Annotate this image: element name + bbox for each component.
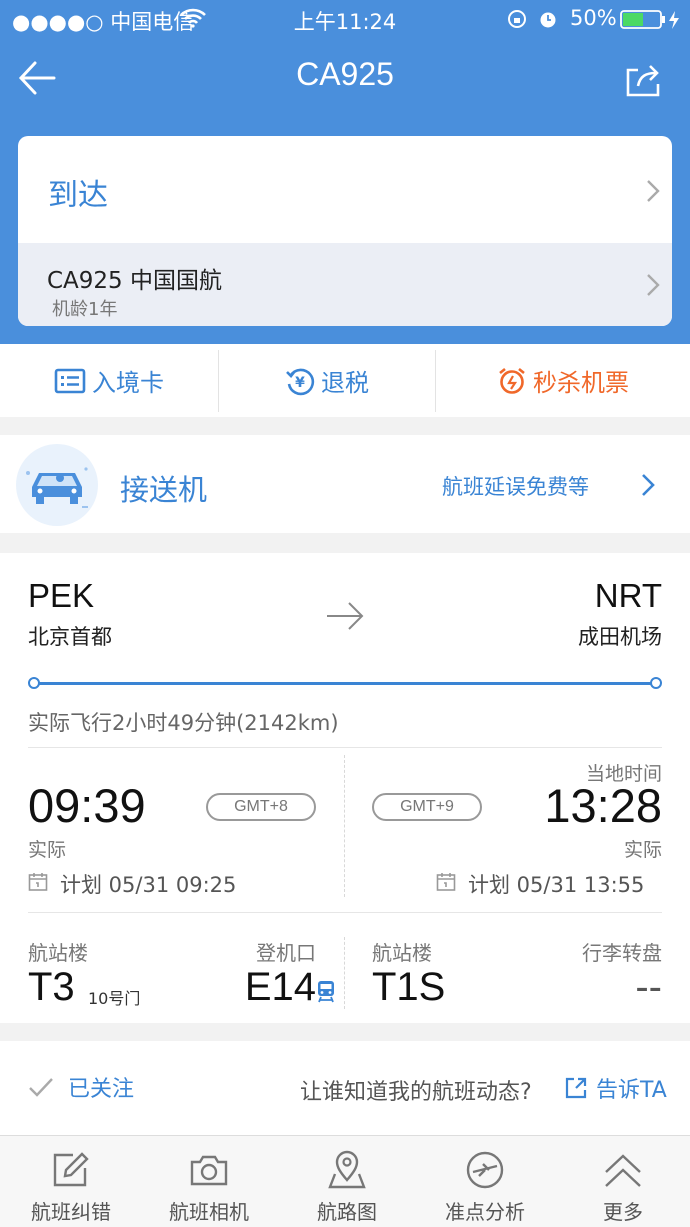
baggage-carousel: -- [635, 965, 662, 1009]
share-button[interactable] [624, 62, 662, 98]
arrival-status-card[interactable]: 到达 CA925 中国国航 机龄1年 [18, 136, 672, 326]
status-bar: ●●●●○ 中国电信 上午11:24 50% [0, 0, 690, 38]
tab-flight-camera[interactable]: 航班相机 [140, 1136, 278, 1227]
chevron-up-icon [603, 1150, 643, 1190]
divider [344, 755, 345, 897]
baggage-label: 行李转盘 [582, 941, 662, 965]
flight-progress-bar [28, 677, 662, 689]
calendar-icon [436, 872, 456, 892]
punctuality-icon [465, 1150, 505, 1190]
arrival-time: 13:28 [544, 779, 662, 832]
tell-label: 告诉TA [596, 1078, 667, 1103]
entry-card-icon [54, 368, 86, 394]
divider [344, 937, 345, 1009]
share-prompt: 让谁知道我的航班动态? [300, 1080, 532, 1105]
departure-city: 北京首都 [28, 625, 112, 649]
tab-more[interactable]: 更多 [554, 1136, 690, 1227]
arrival-status: 实际 [623, 839, 662, 861]
arrival-plan: 计划 05/31 13:55 [468, 873, 645, 897]
gate-label: 登机口 [256, 941, 316, 965]
progress-end-dot [650, 677, 662, 689]
arrival-code: NRT [594, 577, 662, 614]
tax-refund-label: 退税 [321, 369, 369, 397]
external-share-icon [564, 1076, 588, 1100]
page-title: CA925 [296, 56, 394, 92]
action-row: 入境卡 ¥ 退税 秒杀机票 [0, 344, 690, 417]
plane-age: 机龄1年 [52, 299, 118, 320]
map-icon [327, 1150, 367, 1190]
gate: E14 [244, 965, 316, 1009]
flash-sale-label: 秒杀机票 [533, 369, 629, 397]
alarm-clock-icon [497, 366, 527, 396]
follow-status: 已关注 [68, 1077, 135, 1102]
bottom-toolbar: 航班纠错 航班相机 航路图 准点分析 更多 [0, 1135, 690, 1227]
tab-label: 更多 [603, 1200, 643, 1224]
tax-refund-button[interactable]: ¥ 退税 [219, 344, 435, 417]
arrow-right-icon [325, 601, 365, 631]
follow-toggle[interactable]: 已关注 [28, 1071, 134, 1103]
airport-transfer-banner[interactable]: 接送机 航班延误免费等 [0, 435, 690, 533]
chevron-right-icon [646, 273, 660, 297]
departure-time: 09:39 [28, 779, 146, 832]
car-icon [14, 443, 100, 527]
transfer-title: 接送机 [120, 473, 208, 507]
arrival-status: 到达 [48, 178, 108, 213]
flight-progress-fill [34, 682, 656, 685]
chevron-right-icon [641, 473, 655, 497]
tab-label: 航班相机 [169, 1200, 249, 1224]
arrival-terminal: T1S [372, 965, 446, 1009]
flight-number-airline: CA925 中国国航 [47, 268, 223, 294]
chevron-right-icon [646, 179, 660, 203]
departure-status: 实际 [28, 839, 67, 861]
divider [28, 912, 662, 913]
entry-card-button[interactable]: 入境卡 [0, 344, 218, 417]
departure-plan: 计划 05/31 09:25 [60, 873, 237, 897]
follow-row: 已关注 让谁知道我的航班动态? 告诉TA [0, 1041, 690, 1135]
edit-icon [51, 1150, 91, 1190]
camera-icon [189, 1150, 229, 1190]
arrival-timezone: GMT+9 [372, 793, 482, 821]
gate-note: 10号门 [88, 989, 141, 1008]
battery-icon [620, 10, 682, 30]
check-icon [28, 1077, 54, 1097]
flight-duration: 实际飞行2小时49分钟(2142km) [28, 711, 339, 735]
alarm-icon [538, 9, 558, 29]
rotation-lock-icon [507, 9, 527, 29]
divider [28, 747, 662, 748]
calendar-icon [28, 872, 48, 892]
tax-refund-icon: ¥ [285, 366, 315, 396]
transfer-promo: 航班延误免费等 [442, 475, 589, 499]
departure-timezone: GMT+8 [206, 793, 316, 821]
departure-terminal-label: 航站楼 [28, 941, 88, 965]
entry-card-label: 入境卡 [92, 369, 164, 397]
flight-detail-panel: PEK 北京首都 NRT 成田机场 实际飞行2小时49分钟(2142km) 09… [0, 553, 690, 1023]
arrival-terminal-label: 航站楼 [372, 941, 432, 965]
tell-button[interactable]: 告诉TA [564, 1072, 667, 1104]
tab-label: 准点分析 [445, 1200, 525, 1224]
tab-punctuality-analysis[interactable]: 准点分析 [416, 1136, 554, 1227]
tab-label: 航班纠错 [31, 1200, 111, 1224]
battery-percent: 50% [570, 6, 617, 30]
tab-flight-correction[interactable]: 航班纠错 [2, 1136, 140, 1227]
flash-sale-button[interactable]: 秒杀机票 [436, 344, 690, 417]
tab-label: 航路图 [317, 1200, 377, 1224]
train-icon [317, 979, 335, 1003]
arrival-city: 成田机场 [578, 625, 662, 649]
flight-info-row[interactable]: CA925 中国国航 机龄1年 [18, 243, 672, 326]
progress-start-dot [28, 677, 40, 689]
svg-text:¥: ¥ [295, 375, 305, 391]
tab-route-map[interactable]: 航路图 [278, 1136, 416, 1227]
departure-terminal: T3 [28, 965, 75, 1009]
departure-code: PEK [28, 577, 95, 614]
